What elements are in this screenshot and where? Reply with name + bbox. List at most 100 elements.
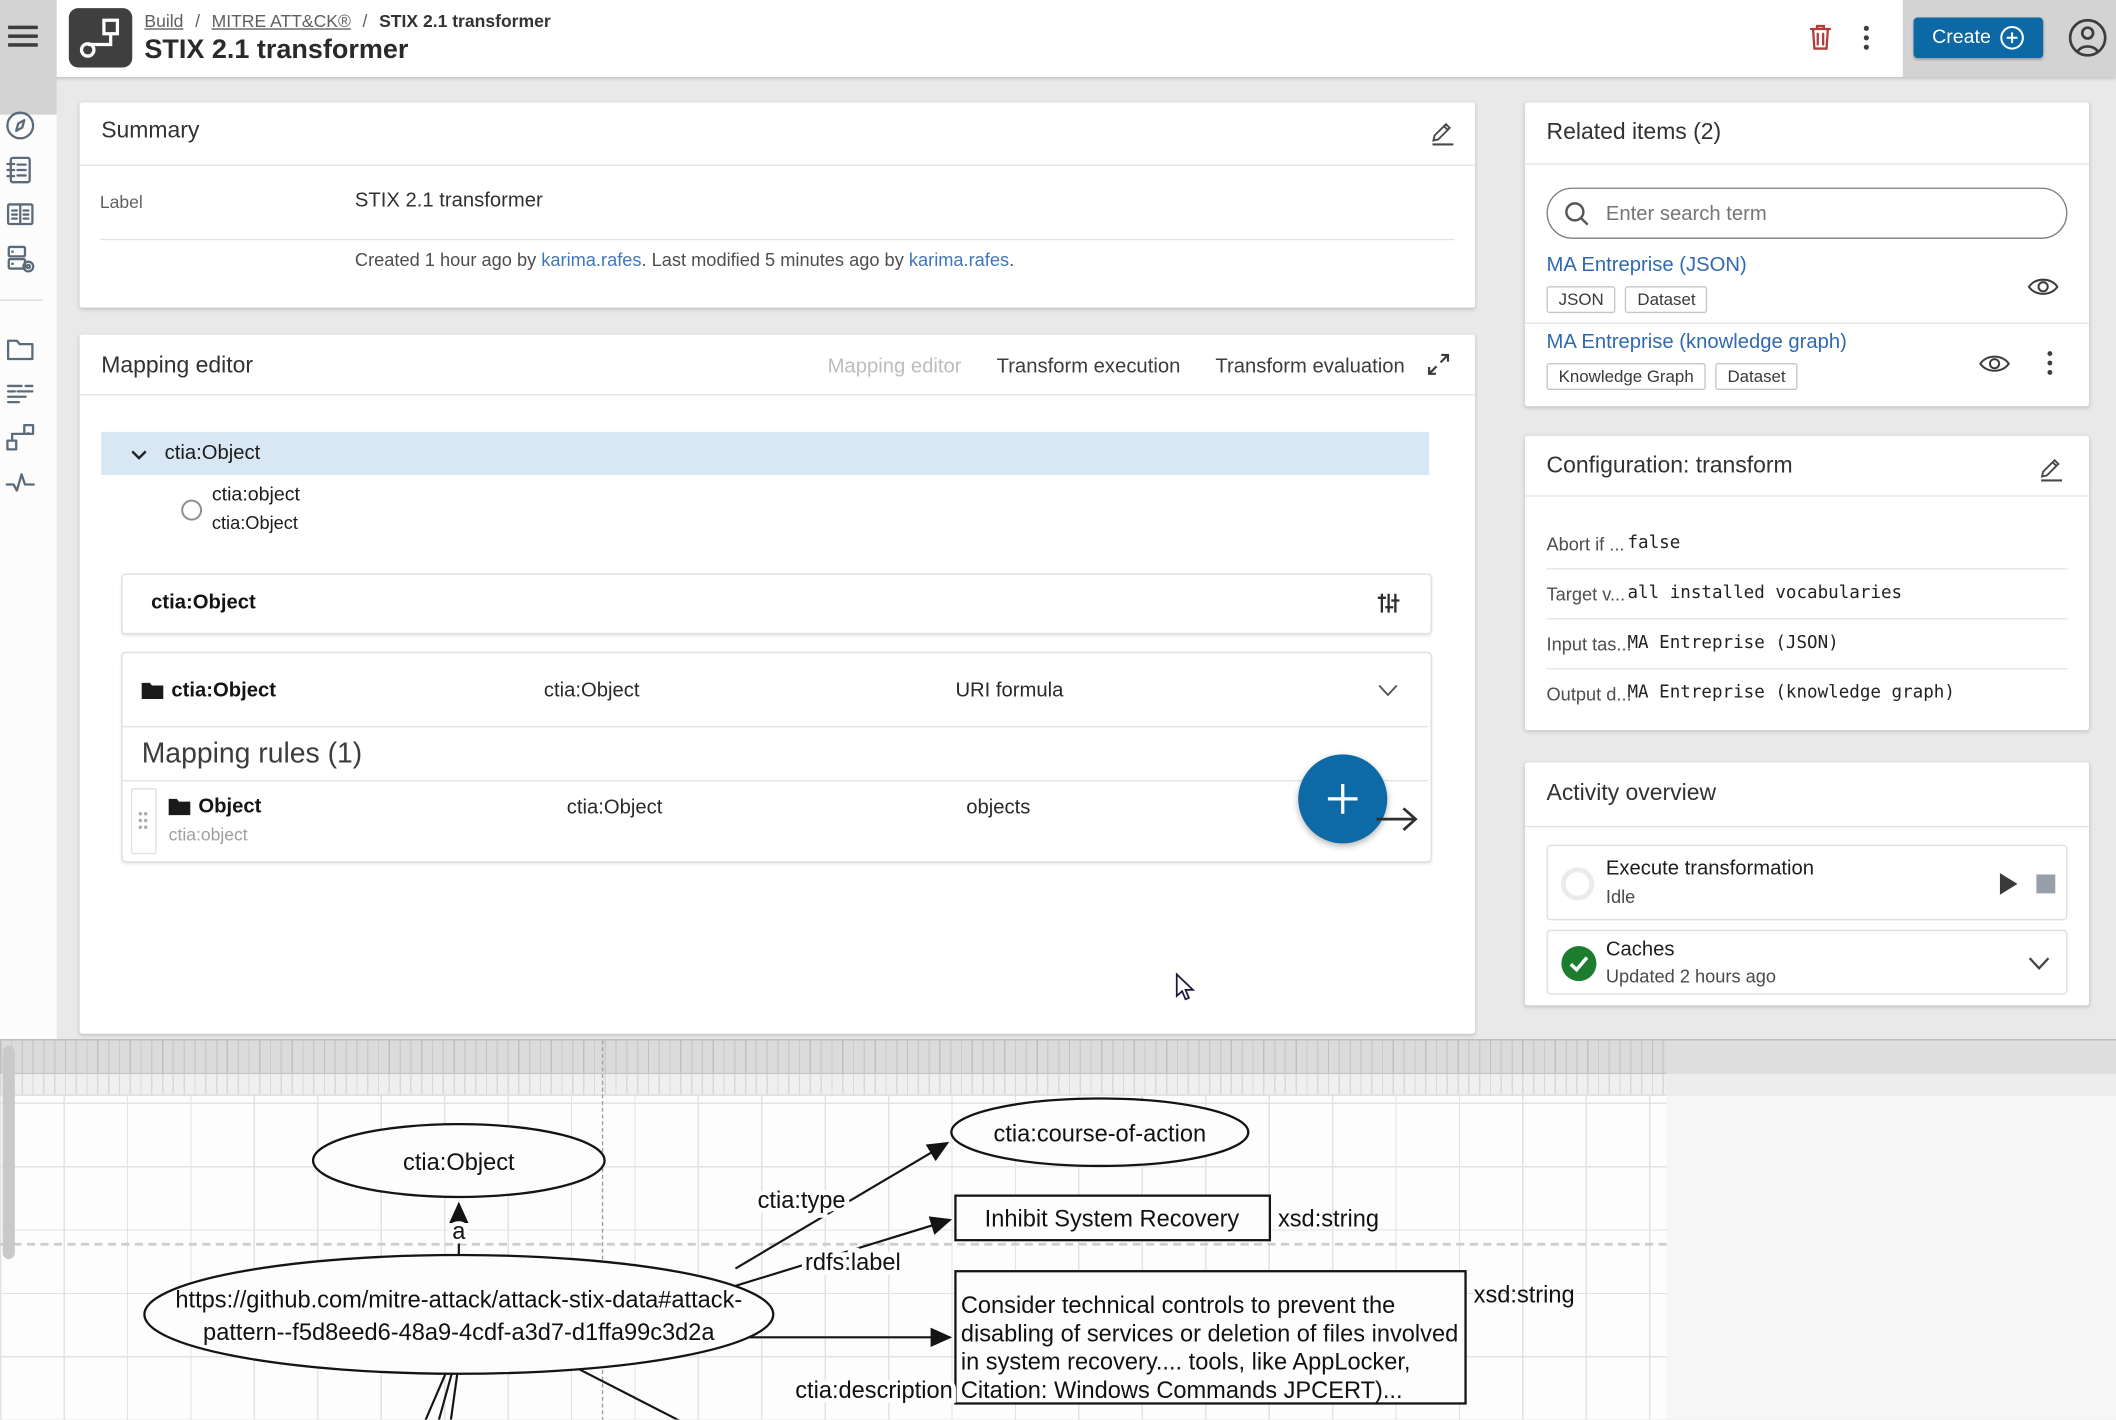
workflows-icon (4, 421, 36, 453)
related-item-tags: JSONDataset (1547, 286, 1718, 313)
expand-panel-button[interactable] (1426, 352, 1450, 376)
tree-child-row[interactable]: ctia:object ctia:Object (101, 478, 1429, 543)
plus-circle-icon (2000, 26, 2024, 50)
breadcrumb-separator: / (195, 11, 200, 31)
mapping-tabs: Mapping editor Transform execution Trans… (828, 355, 1405, 378)
search-icon (1564, 200, 1590, 226)
add-rule-fab[interactable] (1298, 754, 1387, 843)
caches-activity-row[interactable]: Caches Updated 2 hours ago (1547, 930, 2068, 995)
divider (123, 726, 1428, 727)
configuration-title: Configuration: transform (1547, 452, 1793, 479)
rule-settings-button[interactable] (1376, 591, 1400, 615)
object-row-title: ctia:Object (171, 679, 276, 702)
rail-item-ontologies[interactable] (4, 198, 36, 230)
delete-button[interactable] (1808, 23, 1832, 51)
activity-status-ring-icon (1560, 866, 1595, 901)
caches-status: Updated 2 hours ago (1606, 966, 1776, 986)
created-text: Created 1 hour ago by (355, 250, 541, 270)
stop-button[interactable] (2036, 874, 2055, 893)
divider (1525, 826, 2089, 827)
item-more-button[interactable] (2046, 350, 2054, 377)
play-button[interactable] (1999, 872, 2019, 896)
config-label: Target v... (1547, 584, 1626, 604)
execute-status: Idle (1606, 887, 1635, 907)
related-item: MA Entreprise (JSON) JSONDataset (1547, 254, 2068, 319)
instance-uri-line1: https://github.com/mitre-attack/attack-s… (175, 1288, 742, 1314)
rail-item-projects[interactable] (4, 333, 36, 365)
preview-eye-icon[interactable] (1978, 352, 2010, 375)
related-search[interactable] (1547, 188, 2068, 239)
summary-card: Summary Label STIX 2.1 transformer Creat… (80, 103, 1475, 308)
description-line: Citation: Windows Commands JPCERT)... (961, 1378, 1403, 1404)
configuration-edit-button[interactable] (2038, 453, 2065, 481)
sidebar-header-cell (0, 0, 57, 115)
app-logo[interactable] (69, 8, 132, 67)
divider (1547, 618, 2068, 619)
page-title: STIX 2.1 transformer (144, 35, 408, 66)
breadcrumb-link-build[interactable]: Build (144, 11, 183, 31)
pencil-icon (2038, 453, 2065, 481)
object-mapping-card: ctia:Object ctia:Object URI formula Mapp… (121, 652, 1431, 863)
related-item-link[interactable]: MA Entreprise (JSON) (1547, 254, 1747, 277)
rail-item-activities[interactable] (4, 466, 36, 498)
rail-item-explore[interactable] (4, 109, 36, 141)
expand-icon (1426, 352, 1450, 376)
activity-overview-card: Activity overview Execute transformation… (1525, 762, 2089, 1005)
config-value: MA Entreprise (knowledge graph) (1627, 683, 1954, 703)
tag-chip: Dataset (1715, 363, 1797, 390)
user-avatar[interactable] (2067, 18, 2107, 58)
search-input[interactable] (1603, 200, 2050, 226)
divider (80, 165, 1475, 166)
tab-transform-evaluation[interactable]: Transform evaluation (1215, 355, 1404, 378)
vocabularies-icon (4, 154, 36, 186)
preview-eye-icon[interactable] (2027, 275, 2059, 298)
config-value: all installed vocabularies (1627, 583, 1902, 603)
created-by-user-link[interactable]: karima.rafes (541, 250, 641, 270)
edge-label-rdfs-label: rdfs:label (805, 1250, 901, 1276)
header-more-button[interactable] (1862, 24, 1870, 51)
related-items-card: Related items (2) MA Entreprise (JSON) J… (1525, 103, 2089, 407)
modified-by-user-link[interactable]: karima.rafes (909, 250, 1009, 270)
trash-icon (1808, 23, 1832, 51)
breadcrumb-link-project[interactable]: MITRE ATT&CK® (212, 11, 351, 31)
related-item-link[interactable]: MA Entreprise (knowledge graph) (1547, 331, 1847, 354)
transform-logo-icon (69, 8, 132, 67)
edge-outgoing (425, 1371, 447, 1420)
edge-outgoing (439, 1372, 452, 1419)
chevron-down-icon[interactable] (1378, 684, 1398, 696)
object-type-row[interactable]: ctia:Object ctia:Object URI formula (123, 653, 1431, 726)
kebab-menu-icon (1862, 24, 1870, 51)
tab-mapping-editor[interactable]: Mapping editor (828, 355, 962, 378)
chevron-down-icon (131, 449, 147, 460)
divider (1547, 668, 2068, 669)
create-button[interactable]: Create (1914, 18, 2044, 58)
config-row: Input tas... MA Entreprise (JSON) (1547, 633, 2068, 657)
radio-button-icon[interactable] (181, 499, 203, 521)
xsd-string-datatype: xsd:string (1474, 1282, 1575, 1308)
rail-item-vocabularies[interactable] (4, 154, 36, 186)
tab-transform-execution[interactable]: Transform execution (997, 355, 1181, 378)
selected-class-card[interactable]: ctia:Object (121, 574, 1431, 635)
divider (80, 394, 1475, 395)
instance-node-ellipse[interactable] (144, 1255, 773, 1374)
navigate-into-arrow[interactable] (1376, 806, 1422, 833)
menu-toggle-button[interactable] (8, 26, 38, 49)
drag-dots-icon (138, 811, 149, 830)
tree-child-secondary: ctia:Object (212, 513, 298, 533)
summary-edit-button[interactable] (1429, 117, 1456, 145)
tree-root-row[interactable]: ctia:Object (101, 432, 1429, 475)
chevron-down-icon[interactable] (2028, 957, 2050, 970)
divider (100, 239, 1455, 240)
rail-item-queries[interactable] (4, 243, 36, 275)
rail-item-datasets[interactable] (4, 378, 36, 410)
left-rail (0, 115, 57, 1039)
execute-activity-row: Execute transformation Idle (1547, 845, 2068, 921)
breadcrumb: Build / MITRE ATT&CK® / STIX 2.1 transfo… (144, 11, 550, 31)
tag-chip: JSON (1547, 286, 1616, 313)
drag-handle[interactable] (131, 788, 157, 854)
rule-subtitle: ctia:object (169, 825, 248, 845)
execute-title: Execute transformation (1606, 857, 1814, 880)
folder-icon (142, 680, 164, 699)
rail-item-workflows[interactable] (4, 421, 36, 453)
mapping-rule-row[interactable]: Object ctia:object ctia:Object objects (123, 780, 1431, 860)
